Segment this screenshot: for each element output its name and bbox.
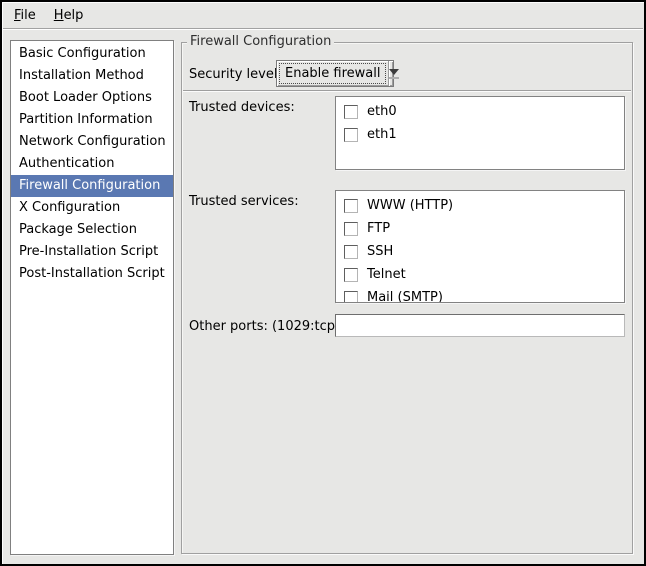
sidebar-item[interactable]: Package Selection bbox=[11, 219, 173, 241]
service-checkbox[interactable] bbox=[344, 222, 358, 236]
device-checkbox[interactable] bbox=[344, 105, 358, 119]
device-checkbox[interactable] bbox=[344, 128, 358, 142]
service-label: Telnet bbox=[367, 267, 406, 282]
chevron-down-icon-shadow bbox=[389, 77, 399, 79]
trusted-service-row[interactable]: Telnet bbox=[336, 263, 624, 286]
security-level-label: Security level: bbox=[189, 67, 282, 82]
menu-help[interactable]: Help bbox=[45, 5, 93, 26]
menu-help-accel: H bbox=[54, 8, 64, 23]
trusted-services-label: Trusted services: bbox=[189, 194, 299, 209]
sidebar-item[interactable]: Authentication bbox=[11, 153, 173, 175]
sidebar-item[interactable]: Post-Installation Script bbox=[11, 263, 173, 285]
menubar: File Help bbox=[3, 3, 643, 29]
sidebar-item[interactable]: Installation Method bbox=[11, 65, 173, 87]
service-checkbox[interactable] bbox=[344, 245, 358, 259]
service-checkbox[interactable] bbox=[344, 268, 358, 282]
device-label: eth0 bbox=[367, 104, 397, 119]
menu-file-rest: ile bbox=[21, 8, 36, 23]
sidebar-item[interactable]: Firewall Configuration bbox=[11, 175, 173, 197]
service-label: SSH bbox=[367, 244, 393, 259]
security-level-dropdown[interactable]: Enable firewall bbox=[276, 60, 394, 87]
horizontal-separator bbox=[183, 90, 631, 92]
sidebar-item[interactable]: Pre-Installation Script bbox=[11, 241, 173, 263]
trusted-device-row[interactable]: eth1 bbox=[336, 123, 624, 146]
firewall-configuration-frame: Firewall Configuration Security level: E… bbox=[181, 42, 633, 554]
service-checkbox[interactable] bbox=[344, 199, 358, 213]
trusted-service-row[interactable]: FTP bbox=[336, 217, 624, 240]
other-ports-input[interactable] bbox=[335, 314, 625, 337]
trusted-service-row[interactable]: WWW (HTTP) bbox=[336, 194, 624, 217]
sidebar-item[interactable]: Partition Information bbox=[11, 109, 173, 131]
trusted-service-row[interactable]: Mail (SMTP) bbox=[336, 286, 624, 303]
menu-file[interactable]: File bbox=[5, 5, 45, 26]
device-label: eth1 bbox=[367, 127, 397, 142]
chevron-down-icon bbox=[389, 69, 399, 75]
service-label: Mail (SMTP) bbox=[367, 290, 443, 303]
sidebar-item[interactable]: Network Configuration bbox=[11, 131, 173, 153]
service-checkbox[interactable] bbox=[344, 291, 358, 304]
trusted-devices-label: Trusted devices: bbox=[189, 100, 295, 115]
dropdown-arrow-button[interactable] bbox=[388, 61, 399, 86]
menu-help-rest: elp bbox=[64, 8, 84, 23]
service-label: FTP bbox=[367, 221, 390, 236]
frame-title: Firewall Configuration bbox=[187, 34, 334, 49]
trusted-devices-list[interactable]: eth0 eth1 bbox=[335, 96, 625, 170]
trusted-device-row[interactable]: eth0 bbox=[336, 100, 624, 123]
other-ports-label: Other ports: (1029:tcp) bbox=[189, 319, 340, 334]
service-label: WWW (HTTP) bbox=[367, 198, 453, 213]
category-list: Basic Configuration Installation Method … bbox=[10, 40, 174, 555]
kickstart-configurator-window: File Help Basic Configuration Installati… bbox=[0, 0, 646, 566]
sidebar-item[interactable]: Basic Configuration bbox=[11, 43, 173, 65]
security-level-value: Enable firewall bbox=[279, 63, 386, 84]
sidebar-item[interactable]: Boot Loader Options bbox=[11, 87, 173, 109]
trusted-service-row[interactable]: SSH bbox=[336, 240, 624, 263]
sidebar-item[interactable]: X Configuration bbox=[11, 197, 173, 219]
trusted-services-list[interactable]: WWW (HTTP) FTP SSH Telnet bbox=[335, 190, 625, 303]
